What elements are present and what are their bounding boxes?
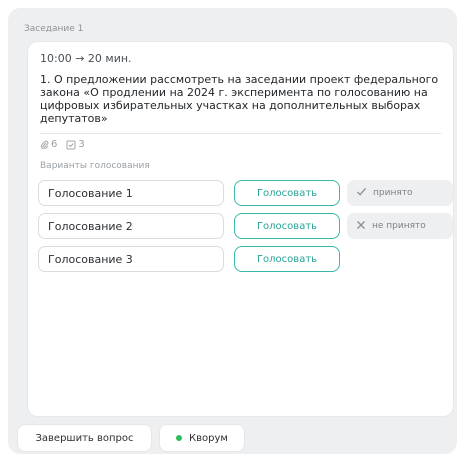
divider: [40, 133, 441, 134]
attachments-count: 6: [51, 139, 58, 150]
check-icon: [356, 186, 367, 200]
vote-name-field[interactable]: Голосование 1: [38, 180, 224, 206]
finish-question-label: Завершить вопрос: [35, 432, 134, 444]
checklist-counter[interactable]: 3: [66, 139, 85, 150]
question-text: 1. О предложении рассмотреть на заседани…: [40, 73, 439, 125]
status-text: принято: [373, 188, 413, 198]
cross-icon: [356, 220, 366, 233]
meeting-panel: Заседание 1 10:00 → 20 мин. 1. О предлож…: [8, 8, 457, 454]
question-time: 10:00 → 20 мин.: [40, 52, 132, 65]
attachments-counter[interactable]: 6: [40, 139, 57, 150]
panel-title: Заседание 1: [24, 24, 84, 34]
vote-button[interactable]: Голосовать: [234, 180, 340, 206]
paperclip-icon: [40, 140, 49, 149]
voting-section-label: Варианты голосования: [40, 161, 150, 171]
checks-count: 3: [78, 139, 85, 150]
vote-button[interactable]: Голосовать: [234, 213, 340, 239]
status-badge-accepted: принято: [347, 180, 453, 206]
question-card: 10:00 → 20 мин. 1. О предложении рассмот…: [28, 42, 453, 416]
vote-button[interactable]: Голосовать: [234, 246, 340, 272]
quorum-status-dot: [176, 435, 183, 441]
quorum-button[interactable]: Кворум: [160, 425, 244, 451]
vote-name-field[interactable]: Голосование 3: [38, 246, 224, 272]
checkbox-icon: [66, 140, 76, 150]
status-text: не принято: [372, 221, 426, 231]
quorum-label: Кворум: [189, 432, 228, 444]
question-meta: 6 3: [40, 139, 85, 150]
finish-question-button[interactable]: Завершить вопрос: [18, 425, 151, 451]
vote-name-field[interactable]: Голосование 2: [38, 213, 224, 239]
status-badge-rejected: не принято: [347, 213, 453, 239]
